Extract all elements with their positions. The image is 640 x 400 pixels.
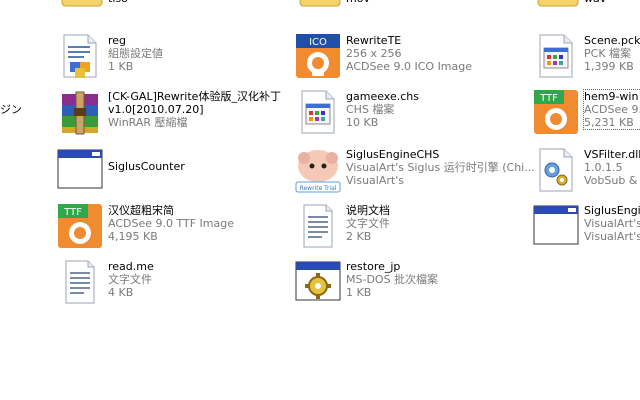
file-version: 1.0.1.5 <box>584 161 623 174</box>
folder-icon <box>537 0 579 7</box>
ttf-badge-text: TTF <box>539 93 558 104</box>
file-name: VSFilter.dll <box>584 148 640 161</box>
dll-file-icon <box>539 148 573 192</box>
file-type: ACDSee 9.0 ICO Image <box>346 60 473 73</box>
file-item-reg[interactable]: reg 組態設定値 1 KB <box>56 32 286 90</box>
ttf-badge-text: TTF <box>63 207 82 218</box>
application-window-icon <box>57 149 103 189</box>
batch-file-icon <box>295 261 341 301</box>
file-item-siglusengine[interactable]: SiglusEngine VisualArt's S VisualArt's <box>532 202 640 260</box>
file-name: SiglusEngine <box>584 204 640 217</box>
file-name: hem9-win <box>584 90 639 103</box>
ttf-font-icon: TTF <box>58 204 102 248</box>
file-item-sigluscounter[interactable]: SiglusCounter <box>56 146 286 204</box>
file-size: 1,399 KB <box>584 60 634 73</box>
file-item-gameexe[interactable]: gameexe.chs CHS 檔案 10 KB <box>294 88 524 146</box>
file-name-continued: v1.0[2010.07.20] <box>108 103 204 116</box>
siglus-engine-icon: Rewrite Trial <box>295 150 341 193</box>
file-name: 说明文档 <box>346 204 390 217</box>
file-type: PCK 檔案 <box>584 47 632 60</box>
ico-badge-text: ICO <box>309 37 327 48</box>
file-item-vsfilter[interactable]: VSFilter.dll 1.0.1.5 VobSub & T <box>532 146 640 204</box>
file-name: read.me <box>108 260 154 273</box>
file-name: Scene.pck <box>584 34 640 47</box>
file-size: 5,231 KB <box>584 116 634 129</box>
folder-icon <box>61 0 103 7</box>
file-name: 汉仪超粗宋简 <box>108 204 174 217</box>
file-name: gameexe.chs <box>346 90 419 103</box>
file-type: 文字文件 <box>346 217 390 230</box>
file-item-shuoming[interactable]: 说明文档 文字文件 2 KB <box>294 202 524 260</box>
file-item-restore-jp[interactable]: restore_jp MS-DOS 批次檔案 1 KB <box>294 258 524 316</box>
file-name: restore_jp <box>346 260 401 273</box>
file-item-rewritete[interactable]: ICO RewriteTE 256 x 256 ACDSee 9.0 ICO I… <box>294 32 524 90</box>
text-file-icon <box>65 260 95 304</box>
file-name: SiglusCounter <box>108 160 185 173</box>
file-type: MS-DOS 批次檔案 <box>346 273 439 286</box>
file-type: CHS 檔案 <box>346 103 395 116</box>
file-description: VobSub & T <box>584 174 640 187</box>
file-name: RewriteTE <box>346 34 402 47</box>
folder-icon <box>299 0 341 7</box>
folder-name: wav <box>584 0 606 5</box>
file-item-siglusenginechs[interactable]: Rewrite Trial SiglusEngineCHS VisualArt'… <box>294 146 535 204</box>
file-company: VisualArt's <box>346 174 404 187</box>
file-name: reg <box>108 34 127 47</box>
file-size: 4,195 KB <box>108 230 158 243</box>
folder-item[interactable]: wav <box>532 0 640 20</box>
file-description: VisualArt's S <box>584 217 640 230</box>
ico-image-icon: ICO <box>296 34 340 78</box>
file-item-readme[interactable]: read.me 文字文件 4 KB <box>56 258 286 316</box>
file-size: 1 KB <box>108 60 134 73</box>
file-item-hem9-win[interactable]: TTF hem9-win ACDSee 9.0 5,231 KB <box>532 88 640 146</box>
file-item-rar-archive[interactable]: [CK-GAL]Rewrite体验版_汉化补丁 v1.0[2010.07.20]… <box>56 88 291 146</box>
file-size: 2 KB <box>346 230 372 243</box>
folder-item[interactable]: tlso <box>56 0 216 20</box>
file-name: [CK-GAL]Rewrite体验版_汉化补丁 <box>108 90 281 103</box>
application-window-icon <box>533 205 579 245</box>
file-type: 組態設定値 <box>108 47 163 60</box>
file-size: 10 KB <box>346 116 379 129</box>
file-item-scene-pck[interactable]: Scene.pck PCK 檔案 1,399 KB <box>532 32 640 90</box>
ttf-font-icon: TTF <box>534 90 578 134</box>
file-company: VisualArt's <box>584 230 640 243</box>
folder-item[interactable]: mov <box>294 0 454 20</box>
file-size: 4 KB <box>108 286 134 299</box>
truncated-left-label: ジン <box>0 103 22 116</box>
file-name: SiglusEngineCHS <box>346 148 440 161</box>
file-type: ACDSee 9.0 TTF Image <box>108 217 235 230</box>
chs-file-icon <box>301 90 335 134</box>
image-dimensions: 256 x 256 <box>346 47 402 60</box>
pck-file-icon <box>539 34 573 78</box>
file-type: ACDSee 9.0 <box>584 103 640 116</box>
file-item-font-ttf[interactable]: TTF 汉仪超粗宋简 ACDSee 9.0 TTF Image 4,195 KB <box>56 202 286 260</box>
text-file-icon <box>303 204 333 248</box>
file-description: VisualArt's Siglus 运行时引擎 (Chi... <box>346 161 535 174</box>
folder-name: mov <box>346 0 370 5</box>
file-size: 1 KB <box>346 286 372 299</box>
file-type: 文字文件 <box>108 273 152 286</box>
registry-file-icon <box>63 34 97 78</box>
winrar-archive-icon <box>62 91 98 135</box>
folder-name: tlso <box>108 0 128 5</box>
rewrite-trial-badge: Rewrite Trial <box>300 185 337 192</box>
file-type: WinRAR 壓縮檔 <box>108 116 188 129</box>
